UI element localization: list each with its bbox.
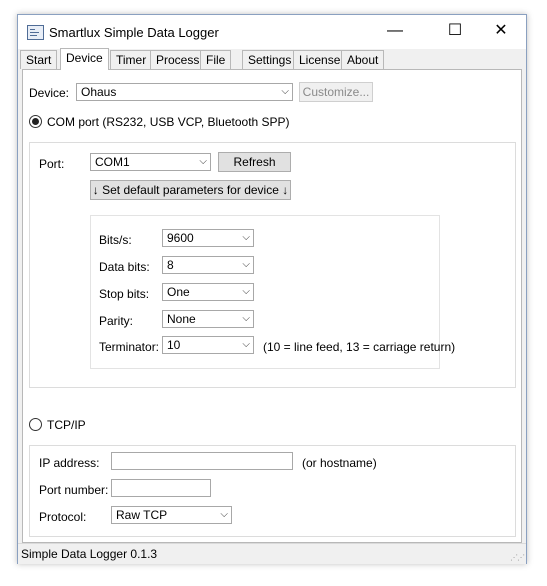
terminator-hint: (10 = line feed, 13 = carriage return) xyxy=(263,340,456,354)
com-port-radio-label: COM port (RS232, USB VCP, Bluetooth SPP) xyxy=(47,115,290,129)
chevron-down-icon: ⌵ xyxy=(242,259,250,270)
ip-address-label: IP address: xyxy=(39,456,100,470)
chevron-down-icon: ⌵ xyxy=(242,286,250,297)
parity-label: Parity: xyxy=(99,314,134,328)
set-defaults-button[interactable]: ↓ Set default parameters for device ↓ xyxy=(90,180,291,200)
protocol-value: Raw TCP xyxy=(116,508,168,522)
tcp-ip-group: IP address: (or hostname) Port number: P… xyxy=(29,445,516,537)
tab-file[interactable]: File xyxy=(200,50,232,69)
protocol-label: Protocol: xyxy=(39,510,87,524)
terminator-label: Terminator: xyxy=(99,340,160,354)
databits-label: Data bits: xyxy=(99,260,150,274)
tab-settings[interactable]: Settings xyxy=(242,50,298,69)
maximize-icon: ☐ xyxy=(447,22,463,39)
protocol-select[interactable]: Raw TCP ⌵ xyxy=(111,506,232,524)
maximize-button[interactable]: ☐ xyxy=(432,15,478,49)
window-title: Smartlux Simple Data Logger xyxy=(49,25,219,40)
port-number-label: Port number: xyxy=(39,483,109,497)
customize-button[interactable]: Customize... xyxy=(299,82,373,102)
port-select[interactable]: COM1 ⌵ xyxy=(90,153,211,171)
port-value: COM1 xyxy=(95,155,130,169)
databits-value: 8 xyxy=(167,258,174,272)
chevron-down-icon: ⌵ xyxy=(220,509,228,520)
parity-value: None xyxy=(167,312,196,326)
chevron-down-icon: ⌵ xyxy=(242,339,250,350)
tcp-ip-radio[interactable] xyxy=(29,418,42,431)
device-label: Device: xyxy=(29,86,70,100)
app-window: Smartlux Simple Data Logger — ☐ ✕ Start … xyxy=(17,14,527,564)
tab-license[interactable]: License xyxy=(293,50,347,69)
tab-strip: Start Device Timer Process File Settings… xyxy=(19,48,525,70)
tab-process[interactable]: Process xyxy=(150,50,206,69)
device-value: Ohaus xyxy=(81,85,117,99)
chevron-down-icon: ⌵ xyxy=(242,313,250,324)
stopbits-value: One xyxy=(167,285,190,299)
port-number-input[interactable] xyxy=(111,479,211,497)
status-bar: Simple Data Logger 0.1.3 ⋰⋰ xyxy=(18,543,526,564)
minimize-button[interactable]: — xyxy=(372,15,418,49)
ip-address-input[interactable] xyxy=(111,452,293,470)
databits-select[interactable]: 8 ⌵ xyxy=(162,256,254,274)
serial-params-group: Bits/s: 9600 ⌵ Data bits: 8 ⌵ Stop bits:… xyxy=(90,215,455,369)
close-button[interactable]: ✕ xyxy=(478,15,524,49)
tab-device[interactable]: Device xyxy=(60,48,109,70)
bits-value: 9600 xyxy=(167,231,194,245)
com-port-group: Port: COM1 ⌵ Refresh ↓ Set default param… xyxy=(29,142,516,388)
tab-about[interactable]: About xyxy=(341,50,385,69)
stopbits-label: Stop bits: xyxy=(99,287,150,301)
tcp-ip-radio-label: TCP/IP xyxy=(47,418,86,432)
close-icon: ✕ xyxy=(494,22,508,39)
terminator-value: 10 xyxy=(167,338,181,352)
resize-grip-icon[interactable]: ⋰⋰ xyxy=(510,553,525,562)
chevron-down-icon: ⌵ xyxy=(199,156,207,167)
tab-start[interactable]: Start xyxy=(20,50,58,69)
bits-label: Bits/s: xyxy=(99,233,132,247)
app-logo-icon xyxy=(27,25,44,40)
device-select[interactable]: Ohaus ⌵ xyxy=(76,83,293,101)
refresh-button[interactable]: Refresh xyxy=(218,152,291,172)
bits-select[interactable]: 9600 ⌵ xyxy=(162,229,254,247)
parity-select[interactable]: None ⌵ xyxy=(162,310,254,328)
chevron-down-icon: ⌵ xyxy=(242,232,250,243)
title-bar[interactable]: Smartlux Simple Data Logger — ☐ ✕ xyxy=(18,15,526,49)
device-tab-page: Device: Ohaus ⌵ Customize... COM port (R… xyxy=(22,69,522,543)
tab-timer[interactable]: Timer xyxy=(110,50,153,69)
minimize-icon: — xyxy=(387,22,403,39)
status-text: Simple Data Logger 0.1.3 xyxy=(21,547,158,561)
com-port-radio[interactable] xyxy=(29,115,42,128)
terminator-select[interactable]: 10 ⌵ xyxy=(162,336,254,354)
ip-address-hint: (or hostname) xyxy=(302,456,377,470)
port-label: Port: xyxy=(39,157,65,171)
stopbits-select[interactable]: One ⌵ xyxy=(162,283,254,301)
chevron-down-icon: ⌵ xyxy=(281,86,289,97)
